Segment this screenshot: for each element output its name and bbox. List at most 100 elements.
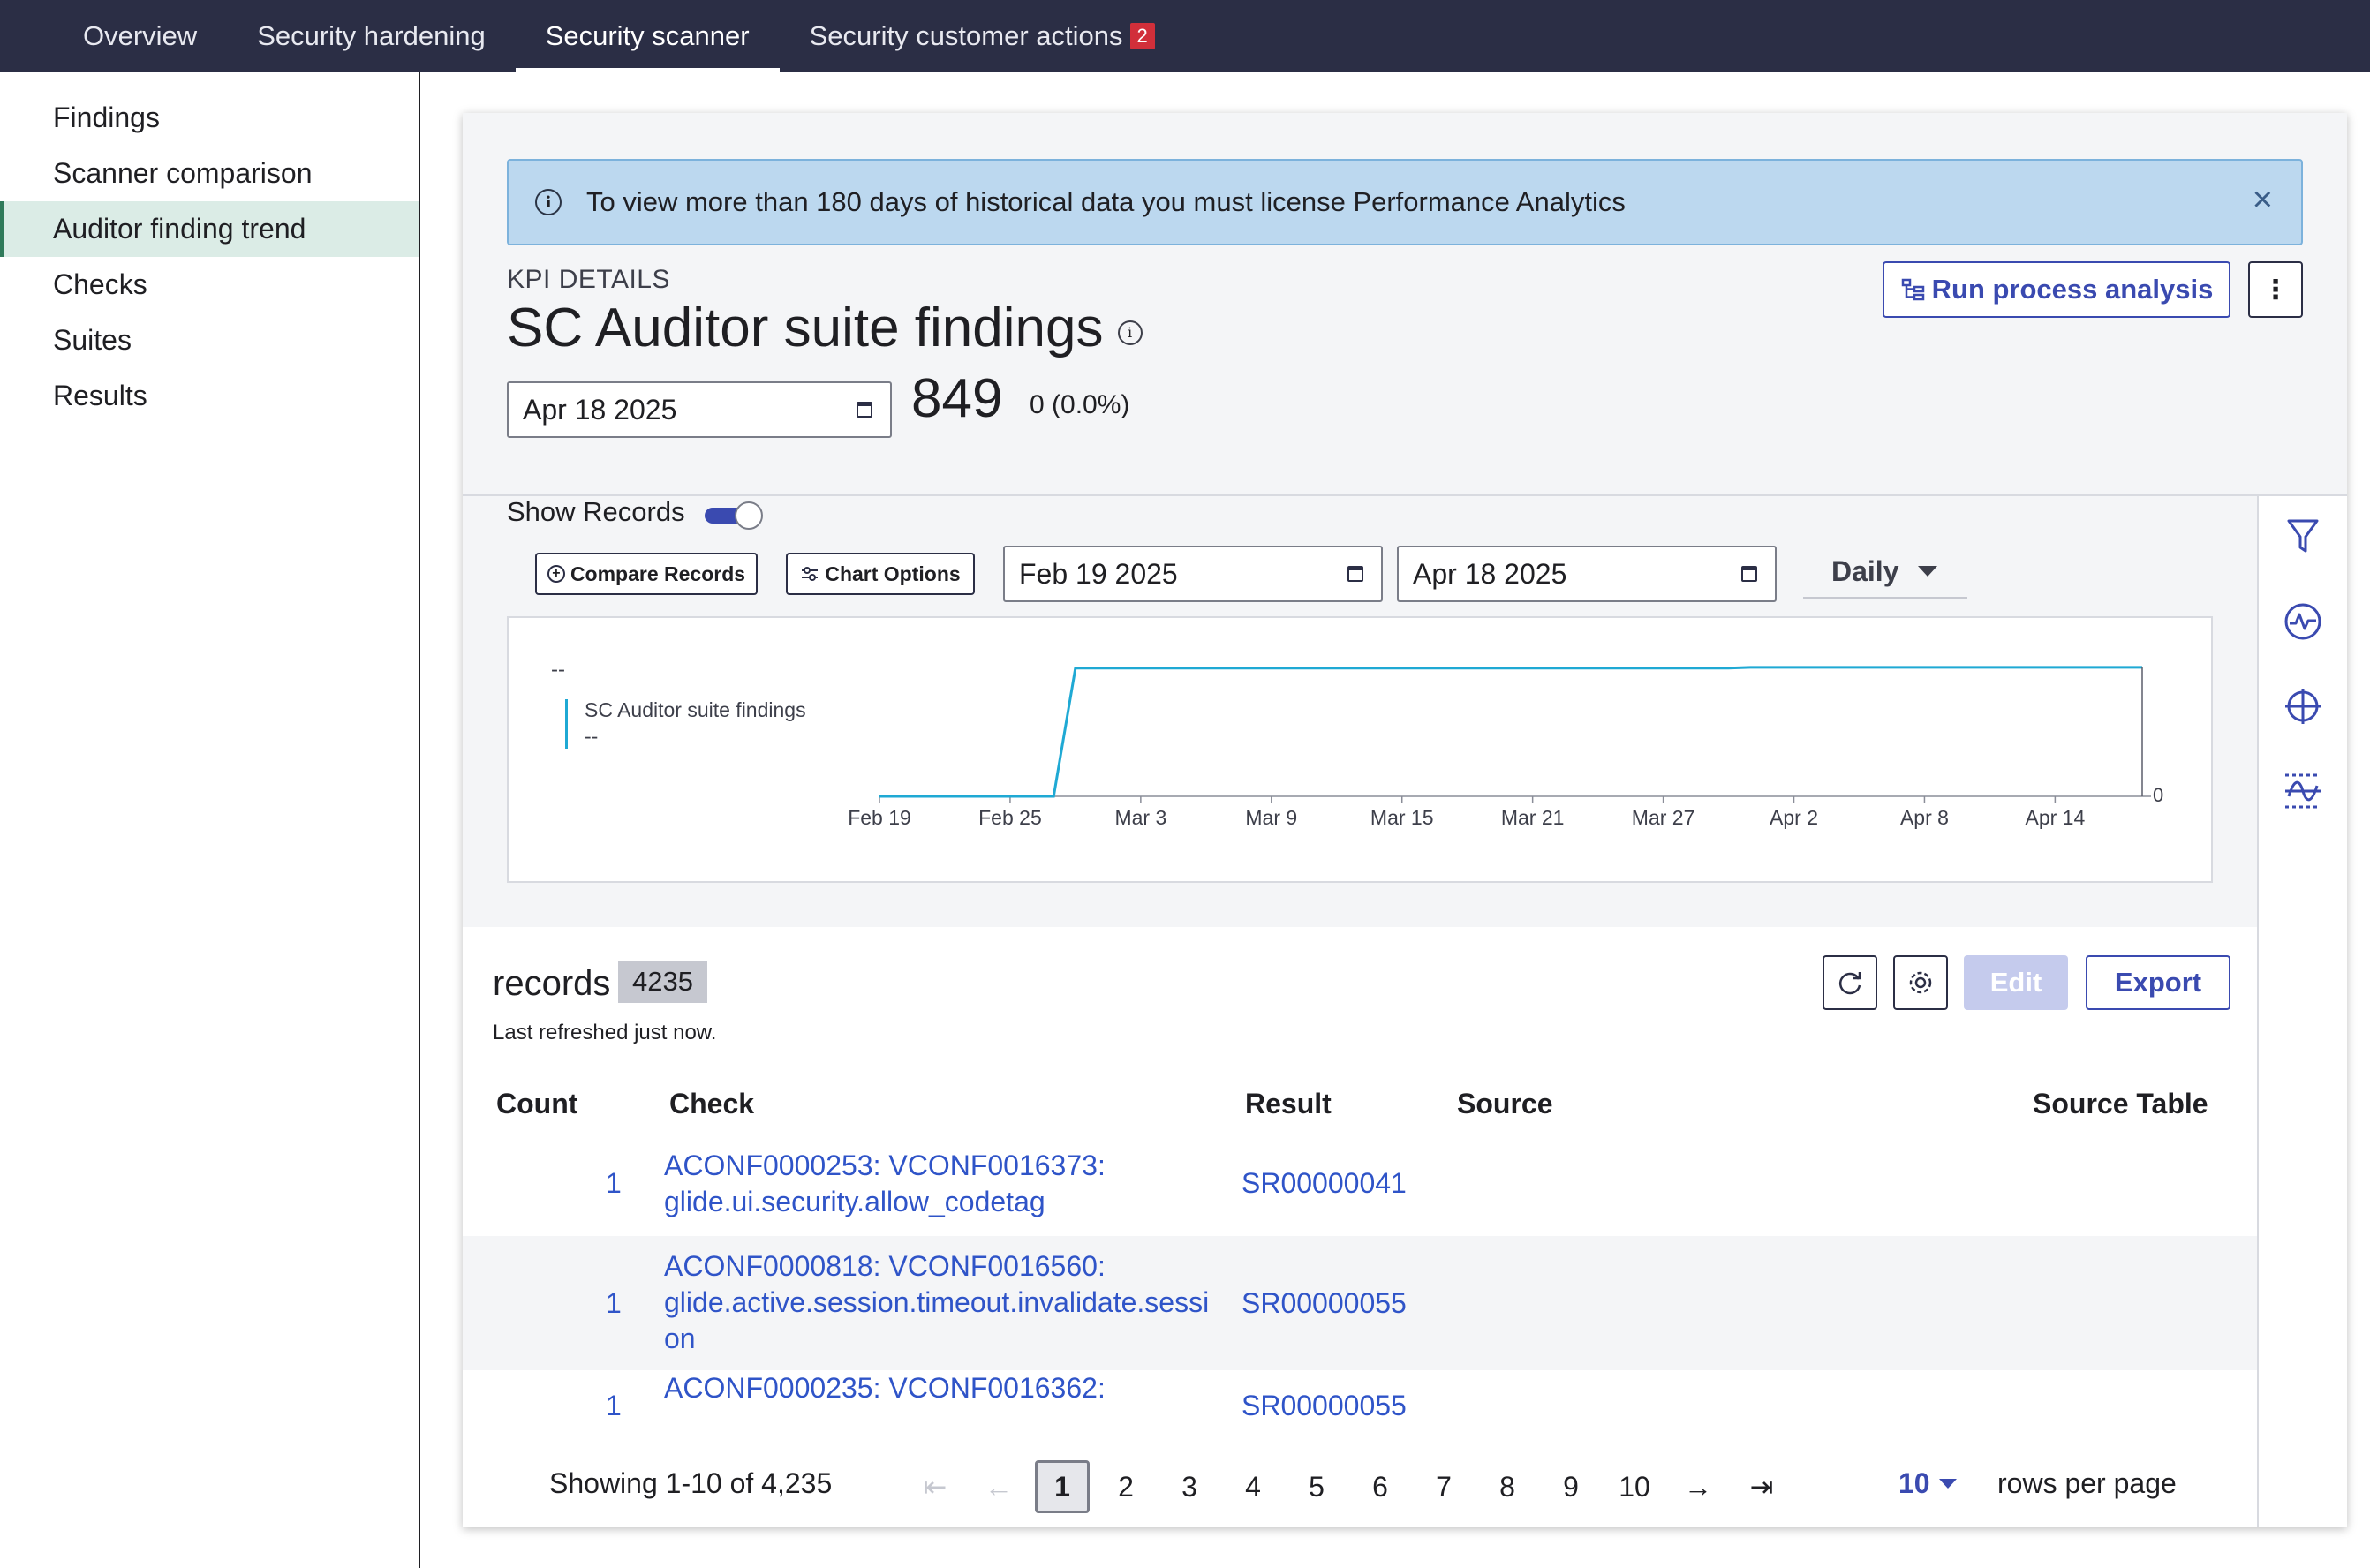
sidebar-item-results[interactable]: Results <box>0 368 419 424</box>
next-page-icon[interactable]: → <box>1671 1460 1725 1513</box>
rows-per-page-select[interactable]: 10 <box>1898 1467 1957 1500</box>
compare-records-button[interactable]: + Compare Records <box>535 553 758 595</box>
table-row: 1 ACONF0000818: VCONF0016560: glide.acti… <box>463 1236 2257 1370</box>
info-icon: i <box>535 189 562 215</box>
previous-page-icon[interactable]: ← <box>971 1460 1026 1513</box>
kpi-section-label: KPI DETAILS <box>507 265 671 294</box>
rows-per-page-label: rows per page <box>1997 1467 2177 1499</box>
showing-range-text: Showing 1-10 of 4,235 <box>549 1467 833 1499</box>
kpi-title-text: SC Auditor suite findings <box>507 298 1104 358</box>
end-date-field[interactable]: Apr 18 2025 <box>1397 546 1777 602</box>
frequency-select[interactable]: Daily <box>1803 546 1967 599</box>
sidebar-item-label: Scanner comparison <box>53 157 313 189</box>
column-header-count[interactable]: Count <box>496 1088 577 1120</box>
legend-series-name: SC Auditor suite findings <box>585 698 806 721</box>
sidebar-item-label: Checks <box>53 268 147 300</box>
calendar-icon[interactable] <box>1741 566 1757 582</box>
page-button-10[interactable]: 10 <box>1607 1460 1662 1513</box>
threshold-icon[interactable] <box>2276 765 2329 818</box>
count-cell[interactable]: 1 <box>606 1165 622 1202</box>
page-button-9[interactable]: 9 <box>1544 1460 1598 1513</box>
last-page-icon[interactable]: ⇥ <box>1734 1460 1789 1513</box>
result-link[interactable]: SR00000055 <box>1242 1388 1407 1424</box>
count-cell[interactable]: 1 <box>606 1285 622 1322</box>
sidebar-item-scanner-comparison[interactable]: Scanner comparison <box>0 146 419 201</box>
sidebar-item-label: Suites <box>53 324 132 356</box>
process-tree-icon <box>1901 278 1924 301</box>
banner-text: To view more than 180 days of historical… <box>586 186 1626 217</box>
column-header-check[interactable]: Check <box>669 1088 754 1120</box>
kpi-value: 849 <box>911 368 1003 429</box>
end-date-value: Apr 18 2025 <box>1413 557 1567 590</box>
settings-button[interactable] <box>1893 955 1948 1010</box>
x-tick-label: Mar 9 <box>1245 806 1297 829</box>
page-button-5[interactable]: 5 <box>1289 1460 1344 1513</box>
kpi-date-field[interactable]: Apr 18 2025 <box>507 381 892 438</box>
edit-button[interactable]: Edit <box>1964 955 2068 1010</box>
chart-options-button[interactable]: Chart Options <box>786 553 975 595</box>
x-tick-label: Mar 3 <box>1114 806 1166 829</box>
chart-top-label: -- <box>551 658 565 682</box>
start-date-field[interactable]: Feb 19 2025 <box>1003 546 1383 602</box>
page-button-8[interactable]: 8 <box>1480 1460 1535 1513</box>
records-panel: records 4235 Last refreshed just now. Ed… <box>463 927 2257 1527</box>
check-text-line: glide.active.session.timeout.invalidate.… <box>664 1286 1210 1318</box>
run-process-analysis-button[interactable]: Run process analysis <box>1883 261 2230 318</box>
calendar-icon[interactable] <box>857 402 872 418</box>
column-header-source-table[interactable]: Source Table <box>2033 1088 2208 1120</box>
x-axis: Feb 19 Feb 25 Mar 3 Mar 9 Mar 15 Mar 21 Mar 27… <box>848 795 2151 829</box>
calendar-icon[interactable] <box>1347 566 1363 582</box>
page-button-7[interactable]: 7 <box>1416 1460 1471 1513</box>
export-button[interactable]: Export <box>2086 955 2230 1010</box>
check-link[interactable]: ACONF0000253: VCONF0016373: glide.ui.sec… <box>664 1148 1106 1220</box>
page-button-2[interactable]: 2 <box>1098 1460 1153 1513</box>
tab-security-scanner[interactable]: Security scanner <box>515 0 780 72</box>
sidebar-item-findings[interactable]: Findings <box>0 90 419 146</box>
add-circle-icon: + <box>547 565 565 583</box>
show-records-toggle[interactable] <box>705 501 763 530</box>
page-title: SC Auditor suite findings i <box>507 297 1143 359</box>
result-link[interactable]: SR00000041 <box>1242 1165 1407 1202</box>
table-row: 1 ACONF0000253: VCONF0016373: glide.ui.s… <box>463 1134 2257 1236</box>
filter-icon[interactable] <box>2276 510 2329 563</box>
tab-security-hardening[interactable]: Security hardening <box>227 0 516 72</box>
page-button-3[interactable]: 3 <box>1162 1460 1217 1513</box>
refresh-button[interactable] <box>1823 955 1877 1010</box>
tab-label: Overview <box>83 20 198 51</box>
check-text-line: ACONF0000253: VCONF0016373: <box>664 1150 1106 1181</box>
page-button-4[interactable]: 4 <box>1226 1460 1280 1513</box>
y-axis-right-label: 0 <box>2153 784 2163 806</box>
result-link[interactable]: SR00000055 <box>1242 1285 1407 1322</box>
close-icon[interactable]: × <box>2253 180 2273 220</box>
kpi-date-value: Apr 18 2025 <box>523 393 677 426</box>
sidebar-item-checks[interactable]: Checks <box>0 257 419 313</box>
sidebar-item-label: Findings <box>53 102 160 133</box>
series-line[interactable] <box>879 666 2142 798</box>
info-icon[interactable]: i <box>1117 320 1143 345</box>
section-divider <box>463 494 2347 496</box>
sidebar-item-label: Auditor finding trend <box>53 213 306 245</box>
gear-icon <box>1909 971 1932 994</box>
sidebar-item-suites[interactable]: Suites <box>0 313 419 368</box>
kpi-change: 0 (0.0%) <box>1030 390 1130 419</box>
check-link[interactable]: ACONF0000818: VCONF0016560: glide.active… <box>664 1248 1209 1357</box>
top-navigation: Overview Security hardening Security sca… <box>0 0 2370 72</box>
check-link[interactable]: ACONF0000235: VCONF0016362: <box>664 1370 1106 1406</box>
column-header-result[interactable]: Result <box>1245 1088 1332 1120</box>
column-header-source[interactable]: Source <box>1457 1088 1552 1120</box>
x-tick-label: Apr 14 <box>2025 806 2085 829</box>
tab-security-customer-actions[interactable]: Security customer actions 2 <box>780 0 1185 72</box>
check-text-line: on <box>664 1323 696 1354</box>
page-button-6[interactable]: 6 <box>1353 1460 1408 1513</box>
x-tick-label: Mar 21 <box>1501 806 1565 829</box>
info-banner: i To view more than 180 days of historic… <box>507 159 2303 245</box>
pulse-icon[interactable] <box>2276 595 2329 648</box>
tab-overview[interactable]: Overview <box>53 0 227 72</box>
more-options-icon[interactable]: ⋮ <box>2248 261 2303 318</box>
page-button-1[interactable]: 1 <box>1035 1460 1090 1513</box>
first-page-icon[interactable]: ⇤ <box>908 1460 962 1513</box>
crosshair-icon[interactable] <box>2276 680 2329 733</box>
check-text-line: ACONF0000818: VCONF0016560: <box>664 1250 1106 1282</box>
sidebar-item-auditor-finding-trend[interactable]: Auditor finding trend <box>0 201 419 257</box>
count-cell[interactable]: 1 <box>606 1388 622 1424</box>
